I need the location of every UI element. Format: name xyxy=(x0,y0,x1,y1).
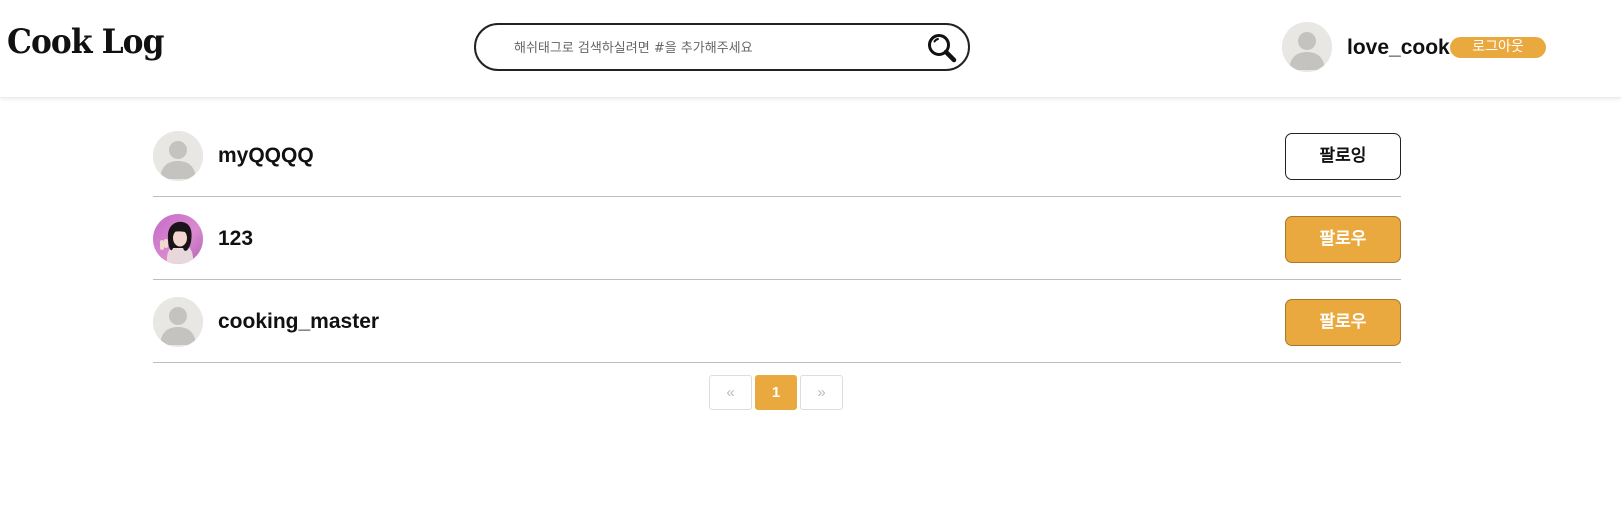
user-name[interactable]: myQQQQ xyxy=(218,144,314,168)
photo-avatar-icon xyxy=(153,214,203,264)
user-profile: love_cook 로그아웃 xyxy=(1282,22,1546,72)
search-input[interactable] xyxy=(512,35,896,61)
follow-button[interactable]: 팔로우 xyxy=(1285,216,1401,263)
person-silhouette-icon xyxy=(153,297,203,347)
user-avatar[interactable] xyxy=(153,297,203,347)
follow-button[interactable]: 팔로우 xyxy=(1285,299,1401,346)
logout-button[interactable]: 로그아웃 xyxy=(1450,37,1546,58)
top-header: Cook Log love_cook 로그아웃 xyxy=(0,0,1621,98)
current-page-button[interactable]: 1 xyxy=(755,375,797,410)
site-logo[interactable]: Cook Log xyxy=(7,22,164,62)
following-button[interactable]: 팔로잉 xyxy=(1285,133,1401,180)
list-item: 123 팔로우 xyxy=(153,197,1401,280)
person-silhouette-icon xyxy=(153,131,203,181)
user-avatar[interactable] xyxy=(153,214,203,264)
list-item: myQQQQ 팔로잉 xyxy=(153,114,1401,197)
search-icon[interactable] xyxy=(926,32,958,64)
prev-page-button[interactable]: « xyxy=(709,375,752,410)
user-avatar[interactable] xyxy=(1282,22,1332,72)
user-name[interactable]: cooking_master xyxy=(218,310,379,334)
user-list: myQQQQ 팔로잉 123 팔로우 cooking_master 팔로우 xyxy=(153,114,1401,363)
user-name[interactable]: 123 xyxy=(218,227,253,251)
list-item: cooking_master 팔로우 xyxy=(153,280,1401,363)
username[interactable]: love_cook xyxy=(1347,36,1450,60)
person-silhouette-icon xyxy=(1282,22,1332,72)
user-avatar[interactable] xyxy=(153,131,203,181)
next-page-button[interactable]: » xyxy=(800,375,843,410)
search-bar xyxy=(474,23,970,71)
